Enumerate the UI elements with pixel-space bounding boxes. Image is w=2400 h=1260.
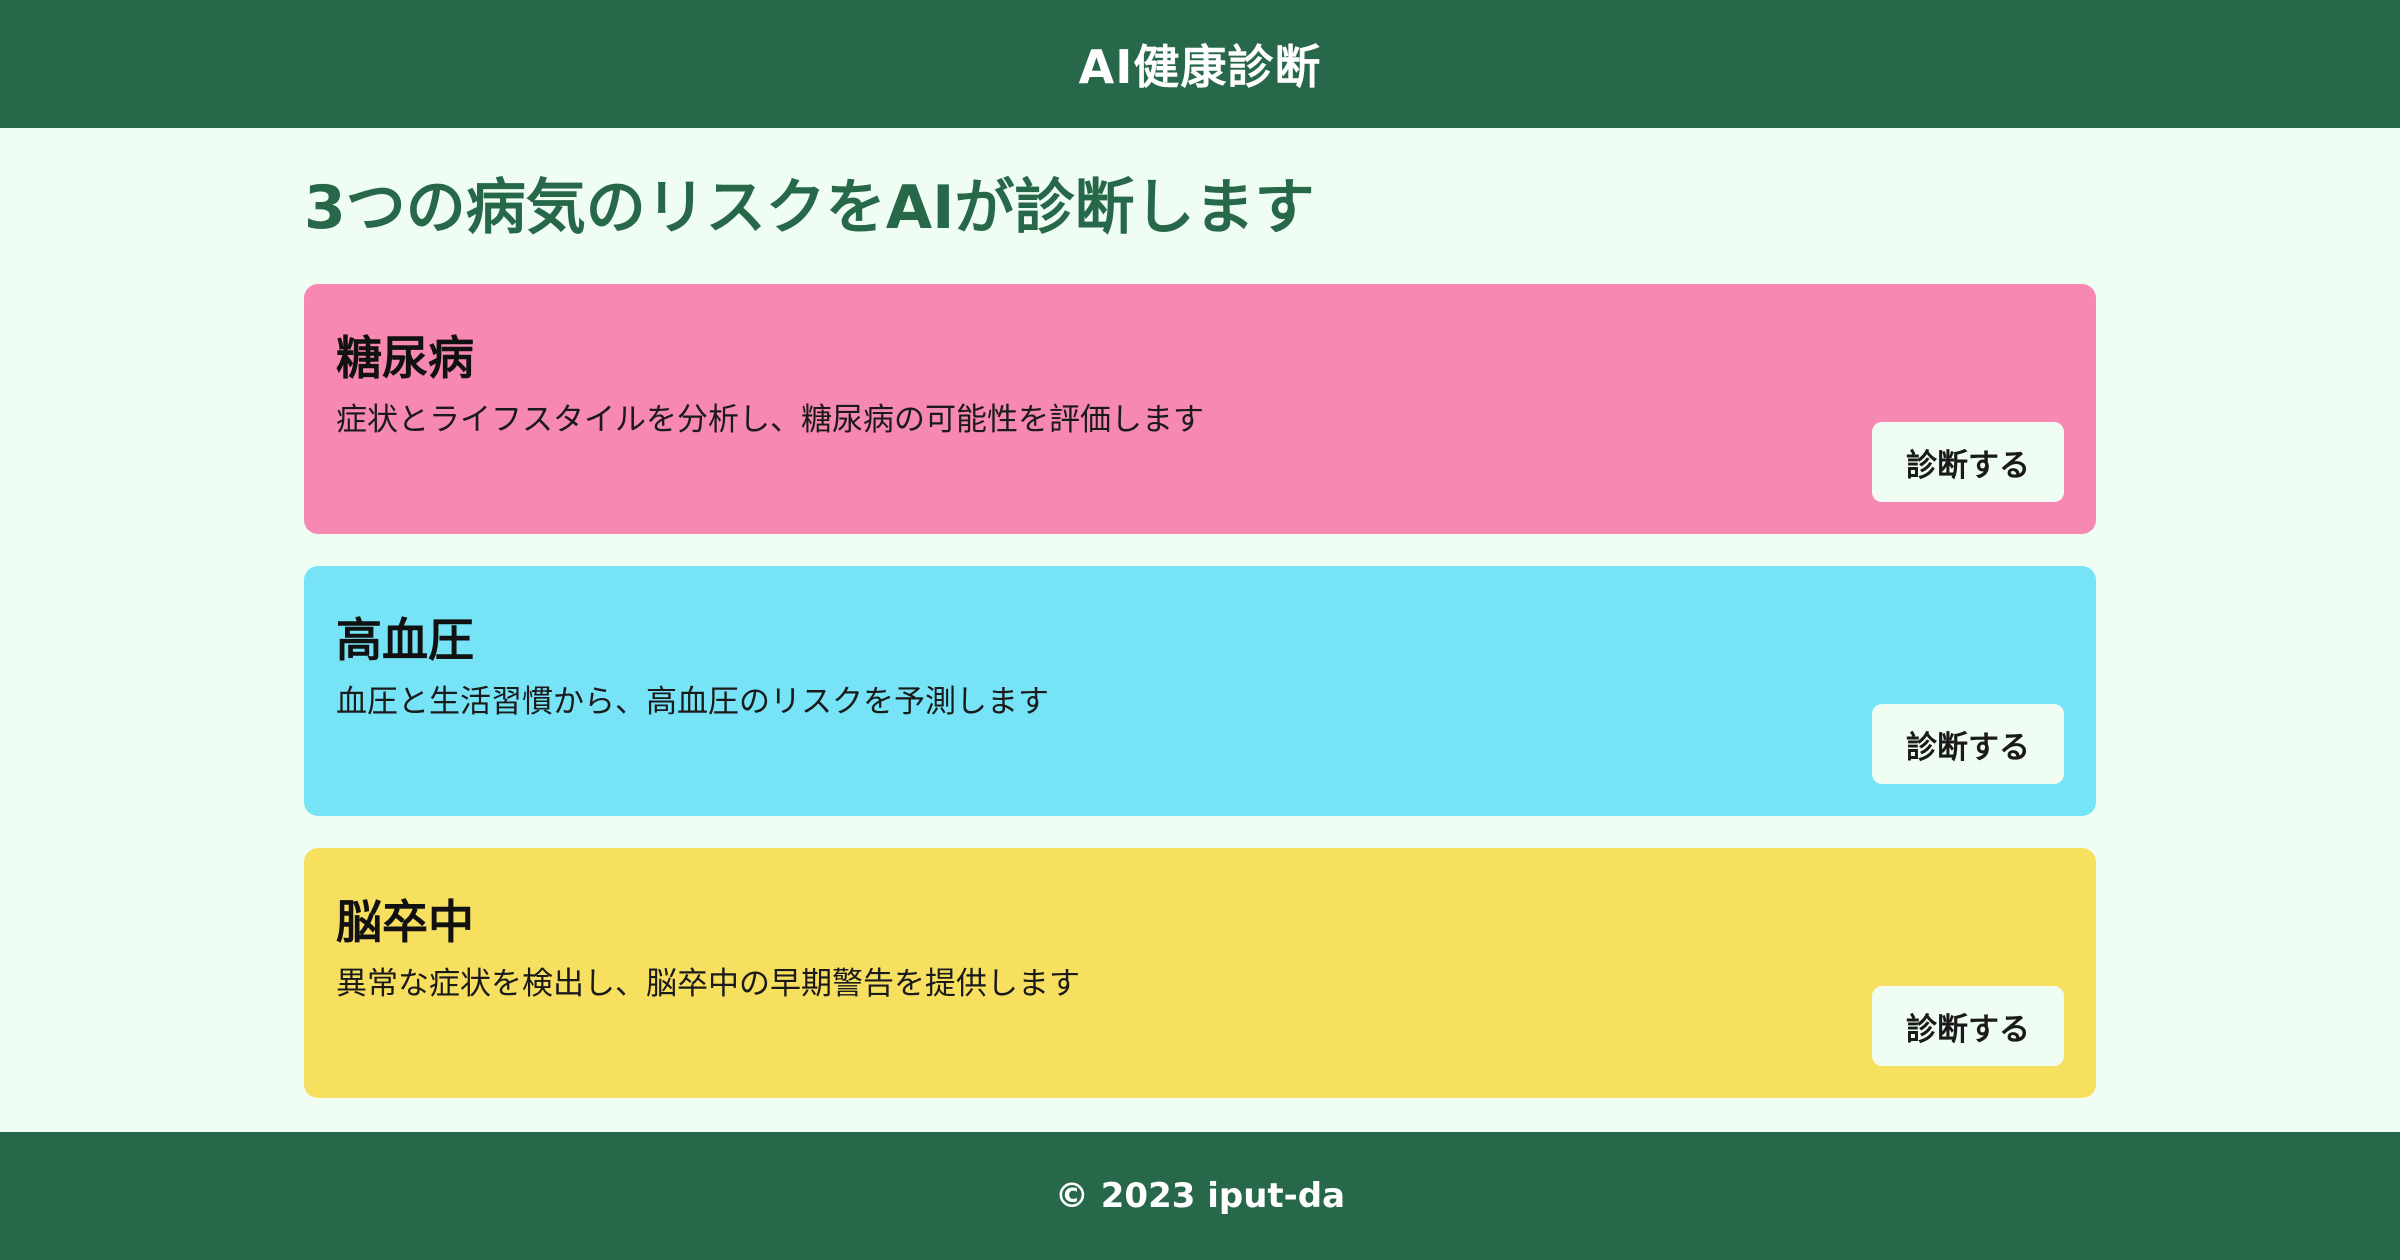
diagnose-button[interactable]: 診断する [1872, 704, 2064, 784]
disease-card-stroke: 脳卒中 異常な症状を検出し、脳卒中の早期警告を提供します 診断する [304, 848, 2096, 1098]
card-description: 血圧と生活習慣から、高血圧のリスクを予測します [336, 684, 1049, 720]
disease-card-hypertension: 高血圧 血圧と生活習慣から、高血圧のリスクを予測します 診断する [304, 566, 2096, 816]
diagnose-button[interactable]: 診断する [1872, 986, 2064, 1066]
card-description: 異常な症状を検出し、脳卒中の早期警告を提供します [336, 966, 1080, 1002]
page-title: 3つの病気のリスクをAIが診断します [304, 173, 1315, 243]
card-title: 高血圧 [336, 613, 474, 667]
app-header: AI健康診断 [0, 0, 2400, 128]
app-footer: © 2023 iput-da [0, 1132, 2400, 1260]
copyright-text: © 2023 iput-da [1054, 1176, 1346, 1216]
card-title: 脳卒中 [336, 895, 474, 949]
card-title: 糖尿病 [336, 331, 474, 385]
app-title: AI健康診断 [1078, 40, 1322, 94]
card-description: 症状とライフスタイルを分析し、糖尿病の可能性を評価します [336, 402, 1204, 438]
disease-card-diabetes: 糖尿病 症状とライフスタイルを分析し、糖尿病の可能性を評価します 診断する [304, 284, 2096, 534]
diagnose-button[interactable]: 診断する [1872, 422, 2064, 502]
